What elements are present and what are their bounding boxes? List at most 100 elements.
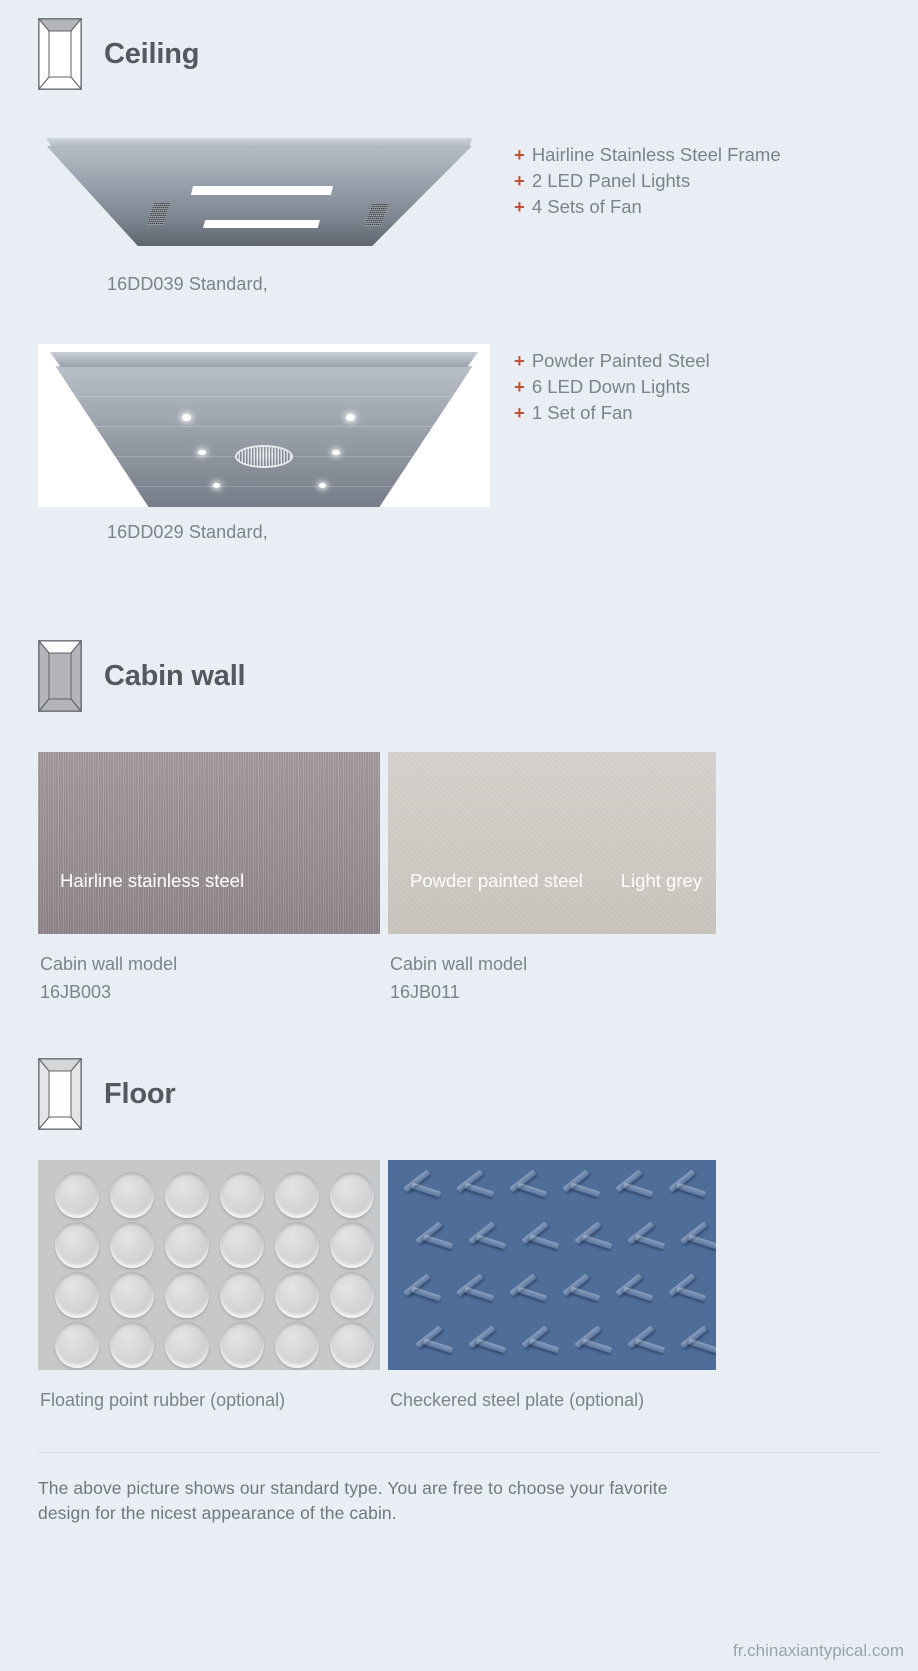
cabin-frame-floor-icon: [38, 1058, 82, 1130]
feature-list-16dd029: + Powder Painted Steel +6 LED Down Lights…: [514, 344, 710, 426]
feature-item: +6 LED Down Lights: [514, 374, 710, 400]
rubber-stud: [220, 1272, 264, 1318]
feature-item: + Hairline Stainless Steel Frame: [514, 142, 781, 168]
checker-tread: [687, 1338, 716, 1354]
feature-label: 2 LED Panel Lights: [531, 170, 691, 191]
section-header-cabin-wall: Cabin wall: [38, 640, 246, 712]
ceiling-render-16dd039: [38, 138, 472, 246]
ceiling-panel-seams: [55, 366, 473, 507]
checker-tread: [622, 1286, 654, 1302]
checker-tread: [422, 1234, 454, 1250]
rubber-stud: [55, 1222, 99, 1268]
swatch-overlay-labels: Hairline stainless steel: [38, 870, 380, 934]
ceiling-render-16dd029: [38, 344, 490, 507]
feature-item: +4 Sets of Fan: [514, 194, 781, 220]
led-down-light: [332, 450, 340, 455]
floor-caption-rubber: Floating point rubber (optional): [40, 1390, 286, 1410]
rubber-stud: [110, 1272, 154, 1318]
rubber-stud: [165, 1222, 209, 1268]
checker-tread: [569, 1286, 601, 1302]
ceiling-edge: [46, 138, 472, 148]
cabin-wall-swatch-16jb011: Powder painted steel Light grey Cabin wa…: [388, 752, 716, 1006]
rubber-stud: [220, 1322, 264, 1368]
cabin-frame-ceiling-icon: [38, 18, 82, 90]
checker-tread: [528, 1338, 560, 1354]
led-down-light: [213, 483, 220, 488]
rubber-stud: [220, 1222, 264, 1268]
checker-tread: [475, 1338, 507, 1354]
feature-label: 4 Sets of Fan: [531, 196, 642, 217]
plus-icon: +: [514, 196, 525, 217]
rubber-stud: [55, 1272, 99, 1318]
powder-painted-texture: Powder painted steel Light grey: [388, 752, 716, 934]
cabin-wall-swatch-16jb003: Hairline stainless steel Cabin wall mode…: [38, 752, 380, 1006]
checker-tread: [422, 1338, 454, 1354]
plus-icon: +: [514, 402, 525, 423]
floor-swatch-floating-point-rubber: Floating point rubber (optional): [38, 1160, 380, 1414]
swatch-overlay-label: Hairline stainless steel: [60, 870, 245, 891]
caption-line: Cabin wall model: [390, 954, 528, 974]
checker-tread: [675, 1286, 707, 1302]
rubber-stud: [110, 1322, 154, 1368]
rubber-stud: [110, 1222, 154, 1268]
swatch-overlay-label: Powder painted steel: [410, 870, 583, 891]
rubber-stud: [165, 1172, 209, 1218]
rubber-stud: [55, 1172, 99, 1218]
checker-tread: [516, 1182, 548, 1198]
feature-label: Hairline Stainless Steel Frame: [531, 144, 781, 165]
feature-list-16dd039: + Hairline Stainless Steel Frame +2 LED P…: [514, 138, 781, 220]
floor-swatch-checkered-steel: Checkered steel plate (optional): [388, 1160, 716, 1414]
rubber-stud: [330, 1222, 374, 1268]
swatch-overlay-labels: Powder painted steel Light grey: [388, 870, 716, 934]
caption-line: 16JB003: [40, 982, 112, 1002]
rubber-stud: [275, 1172, 319, 1218]
led-down-light: [182, 414, 191, 421]
feature-item: +2 LED Panel Lights: [514, 168, 781, 194]
rubber-stud: [330, 1322, 374, 1368]
rubber-stud: [275, 1222, 319, 1268]
cabin-wall-swatch-row: Hairline stainless steel Cabin wall mode…: [38, 752, 716, 1006]
caption-line: Cabin wall model: [40, 954, 178, 974]
rubber-stud: [220, 1172, 264, 1218]
checkered-steel-plate-texture: [388, 1160, 716, 1370]
checker-tread: [569, 1182, 601, 1198]
ceiling-caption-16dd039: 16DD039 Standard,: [107, 274, 268, 294]
floor-swatch-row: Floating point rubber (optional) Checker…: [38, 1160, 716, 1414]
footer-divider: [38, 1452, 880, 1453]
checker-tread: [634, 1338, 666, 1354]
rubber-stud: [165, 1322, 209, 1368]
cabin-wall-caption-16jb003: Cabin wall model 16JB003: [38, 934, 380, 1006]
feature-item: + Powder Painted Steel: [514, 348, 710, 374]
section-header-floor: Floor: [38, 1058, 176, 1130]
led-panel-light: [191, 186, 333, 195]
rubber-stud: [165, 1272, 209, 1318]
floating-point-rubber-texture: [38, 1160, 380, 1370]
feature-label: 6 LED Down Lights: [531, 376, 691, 397]
checker-tread: [675, 1182, 707, 1198]
rubber-stud: [110, 1172, 154, 1218]
rubber-stud: [275, 1272, 319, 1318]
rubber-stud: [275, 1322, 319, 1368]
plus-icon: +: [514, 376, 525, 397]
feature-label: Powder Painted Steel: [531, 350, 710, 371]
checker-tread: [516, 1286, 548, 1302]
feature-label: 1 Set of Fan: [531, 402, 633, 423]
checker-tread: [410, 1182, 442, 1198]
ceiling-fan-icon: [235, 445, 293, 468]
led-down-light: [319, 483, 326, 488]
checker-tread: [634, 1234, 666, 1250]
cabin-frame-wall-icon: [38, 640, 82, 712]
checker-tread: [463, 1182, 495, 1198]
checker-tread: [463, 1286, 495, 1302]
plus-icon: +: [514, 350, 525, 371]
checker-tread: [581, 1338, 613, 1354]
feature-item: +1 Set of Fan: [514, 400, 710, 426]
section-title-ceiling: Ceiling: [104, 37, 200, 70]
plus-icon: +: [514, 144, 525, 165]
rubber-stud: [330, 1172, 374, 1218]
plus-icon: +: [514, 170, 525, 191]
checker-tread: [528, 1234, 560, 1250]
swatch-overlay-label: Light grey: [620, 870, 703, 891]
floor-caption-checker: Checkered steel plate (optional): [390, 1390, 645, 1410]
section-header-ceiling: Ceiling: [38, 18, 199, 90]
